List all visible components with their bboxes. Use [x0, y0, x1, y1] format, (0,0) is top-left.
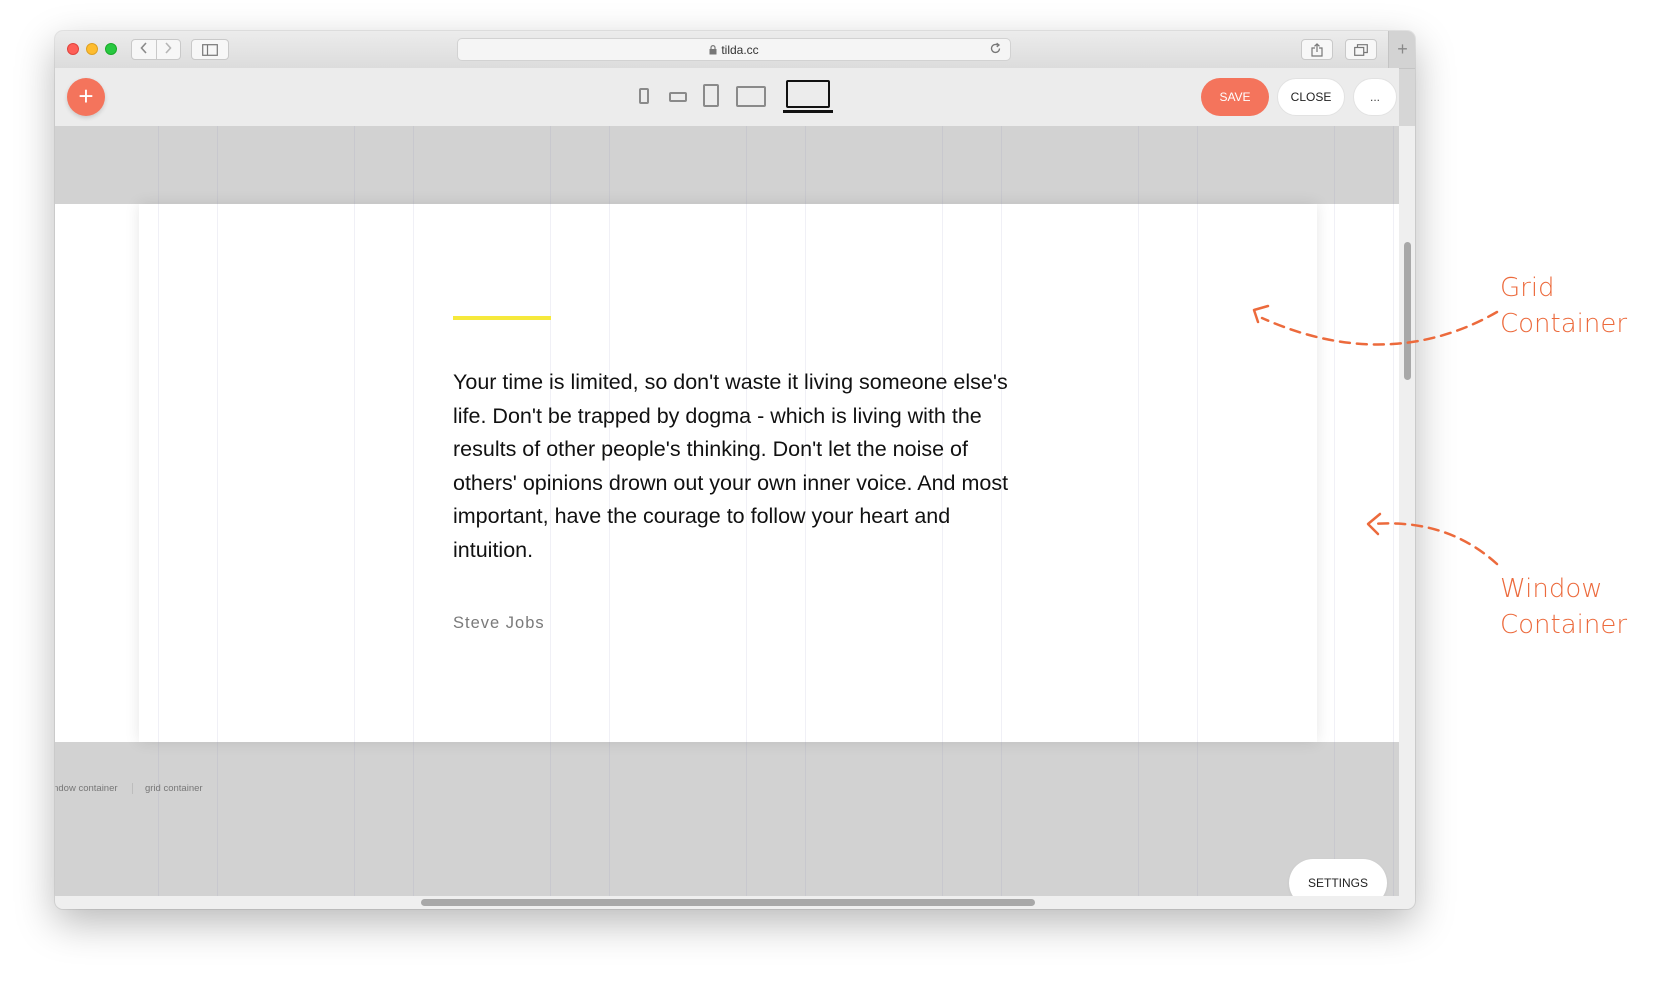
sidebar-toggle-button[interactable]	[191, 39, 229, 60]
zoom-window-button[interactable]	[105, 43, 117, 55]
vertical-scrollbar[interactable]	[1399, 126, 1415, 909]
horizontal-scrollbar[interactable]	[55, 896, 1399, 909]
accent-line[interactable]	[453, 316, 551, 320]
reload-icon[interactable]	[989, 42, 1002, 55]
close-window-button[interactable]	[67, 43, 79, 55]
new-tab-button[interactable]: +	[1388, 31, 1415, 68]
address-bar[interactable]: tilda.cc	[457, 38, 1011, 61]
tab-overview-button[interactable]	[1345, 39, 1377, 60]
more-options-button[interactable]: ...	[1353, 78, 1397, 116]
lock-icon	[709, 44, 717, 54]
tabs-icon	[1354, 43, 1368, 56]
tablet-landscape-preview-icon[interactable]	[736, 86, 766, 107]
history-nav	[131, 39, 181, 60]
add-block-button[interactable]: +	[67, 78, 105, 116]
save-button[interactable]: SAVE	[1201, 78, 1269, 116]
desktop-preview-active-indicator	[783, 110, 833, 113]
tablet-preview-icon[interactable]	[703, 84, 719, 107]
window-container-annotation-line1: Window	[1500, 574, 1603, 604]
back-button[interactable]	[132, 42, 156, 57]
minimize-window-button[interactable]	[86, 43, 98, 55]
browser-titlebar: tilda.cc +	[55, 31, 1415, 69]
window-container-label: indow container	[55, 783, 133, 794]
chevron-left-icon	[140, 42, 147, 54]
editor-canvas: Your time is limited, so don't waste it …	[55, 126, 1399, 907]
mobile-preview-icon[interactable]	[639, 88, 649, 104]
window-container-annotation-line2: Container	[1500, 610, 1628, 640]
browser-window: tilda.cc + + SAVE CLOSE ... Your time is…	[55, 31, 1415, 909]
horizontal-scroll-thumb[interactable]	[421, 899, 1035, 906]
share-button[interactable]	[1301, 39, 1333, 60]
desktop-preview-icon[interactable]	[786, 80, 830, 108]
window-container-annotation: Window Container	[1500, 571, 1627, 643]
grid-container-annotation: Grid Container	[1500, 273, 1628, 339]
grid-container-label: grid container	[145, 783, 203, 794]
quote-text[interactable]: Your time is limited, so don't waste it …	[453, 366, 1013, 567]
close-button[interactable]: CLOSE	[1277, 78, 1345, 116]
quote-author[interactable]: Steve Jobs	[453, 614, 545, 633]
url-text: tilda.cc	[721, 42, 759, 57]
vertical-scroll-thumb[interactable]	[1404, 242, 1411, 380]
chevron-right-icon	[165, 42, 172, 54]
mobile-landscape-preview-icon[interactable]	[669, 92, 687, 102]
editor-toolbar: + SAVE CLOSE ...	[55, 68, 1399, 127]
sidebar-icon	[202, 43, 218, 56]
forward-button[interactable]	[157, 42, 181, 57]
share-icon	[1311, 42, 1323, 57]
